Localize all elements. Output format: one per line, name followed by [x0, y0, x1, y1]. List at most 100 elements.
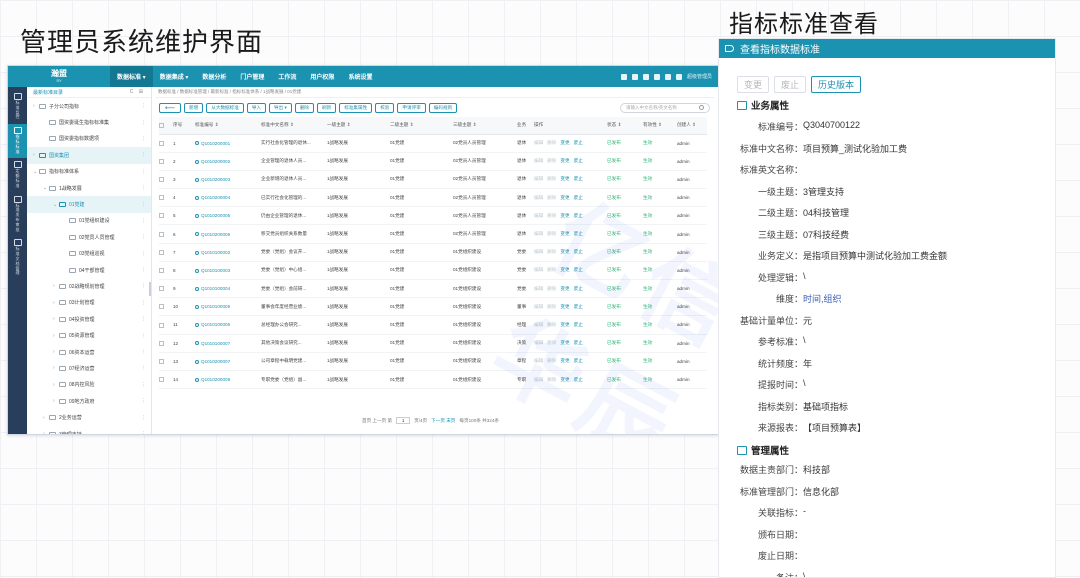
- standard-code-link[interactable]: Q1010200005: [201, 213, 230, 218]
- row-action-link[interactable]: 变更: [560, 286, 569, 291]
- more-icon[interactable]: ⋮: [141, 234, 146, 240]
- table-row[interactable]: 1 Q1010200001 实行社会化管理的退休... 1战略发展 01党建 02党员人员…: [159, 134, 707, 153]
- row-action-link[interactable]: 编辑: [534, 231, 543, 236]
- tree-item[interactable]: › 04投资管理 ⋮: [27, 311, 151, 327]
- toolbar-button[interactable]: 导入: [246, 102, 267, 113]
- top-nav-item[interactable]: 用户权限: [303, 66, 341, 87]
- more-icon[interactable]: ⋮: [141, 136, 146, 142]
- row-action-link[interactable]: 删除: [547, 377, 556, 382]
- row-action-link[interactable]: 删除: [547, 176, 556, 181]
- tree-item[interactable]: › 03计划管理 ⋮: [27, 295, 151, 311]
- panel-button[interactable]: 废止: [774, 76, 807, 93]
- column-header[interactable]: 三级主题 ⇕: [453, 117, 517, 135]
- tree-item[interactable]: 01党组织建设 ⋮: [27, 213, 151, 229]
- table-row[interactable]: 3 Q1010200003 企业新增的退休人员... 1战略发展 01党建 02党员人员管…: [159, 170, 707, 190]
- column-header[interactable]: 业务: [517, 117, 534, 135]
- row-action-link[interactable]: 变更: [560, 340, 569, 345]
- toolbar-button[interactable]: 新增: [184, 102, 204, 113]
- more-icon[interactable]: ⋮: [141, 152, 146, 158]
- column-header[interactable]: 一级主题 ⇕: [327, 117, 390, 135]
- row-action-link[interactable]: 废止: [574, 340, 583, 345]
- row-checkbox[interactable]: [159, 268, 164, 274]
- standard-code-link[interactable]: Q1010200003: [201, 177, 230, 182]
- tree-item[interactable]: 02党员人员管理 ⋮: [27, 229, 151, 245]
- standard-code-link[interactable]: Q1010200006: [201, 232, 230, 237]
- row-action-link[interactable]: 删除: [547, 195, 556, 200]
- toolbar-button[interactable]: 标准集属性: [339, 102, 373, 113]
- row-checkbox[interactable]: [159, 231, 164, 237]
- standard-code-link[interactable]: Q1010200008: [201, 377, 230, 382]
- row-action-link[interactable]: 变更: [560, 377, 569, 382]
- row-action-link[interactable]: 编辑: [534, 377, 543, 382]
- top-nav-item[interactable]: 数据标准 ▾: [110, 66, 153, 87]
- tree-scrollbar[interactable]: [149, 282, 151, 296]
- column-header[interactable]: 有效性 ⇕: [643, 117, 677, 135]
- tree-item[interactable]: 国资委指标数据项 ⋮: [27, 131, 151, 147]
- row-action-link[interactable]: 删除: [547, 267, 556, 272]
- table-row[interactable]: 14 Q1010200008 专职党委（党组）副... 1战略发展 01党建 01党组织建…: [159, 370, 707, 390]
- row-action-link[interactable]: 废止: [574, 304, 583, 309]
- message-icon[interactable]: [620, 73, 627, 80]
- top-nav-item[interactable]: 数据集成 ▾: [153, 66, 196, 87]
- more-icon[interactable]: ⋮: [141, 415, 146, 421]
- row-action-link[interactable]: 变更: [560, 213, 569, 218]
- table-row[interactable]: 8 Q1010100003 党委（党组）中心组... 1战略发展 01党建 01党组织建设…: [159, 261, 707, 281]
- column-header[interactable]: 标准中文名称 ⇕: [261, 117, 327, 135]
- more-icon[interactable]: ⋮: [141, 300, 146, 306]
- row-action-link[interactable]: 删除: [547, 213, 556, 218]
- row-action-link[interactable]: 废止: [574, 140, 583, 145]
- toolbar-button[interactable]: 从大数据标准: [206, 102, 244, 113]
- row-checkbox[interactable]: [159, 213, 164, 219]
- row-checkbox[interactable]: [159, 340, 164, 346]
- column-header[interactable]: 操作: [534, 117, 607, 135]
- row-action-link[interactable]: 删除: [547, 322, 556, 327]
- row-action-link[interactable]: 废止: [574, 158, 583, 163]
- row-action-link[interactable]: 编辑: [534, 340, 543, 345]
- row-action-link[interactable]: 编辑: [534, 213, 543, 218]
- row-action-link[interactable]: 变更: [560, 322, 569, 327]
- row-action-link[interactable]: 废止: [574, 195, 583, 200]
- table-row[interactable]: 10 Q1010100005 董事会年度经营业绩... 1战略发展 01党建 01党组织建…: [159, 297, 707, 317]
- more-icon[interactable]: ⋮: [141, 365, 146, 371]
- row-checkbox[interactable]: [159, 286, 164, 292]
- tree-item[interactable]: ⌄ 指标标准体系 ⋮: [27, 164, 151, 180]
- row-action-link[interactable]: 编辑: [534, 195, 543, 200]
- tree-item[interactable]: 04干部管理 ⋮: [27, 262, 151, 278]
- standard-code-link[interactable]: Q1010100006: [201, 322, 230, 327]
- table-row[interactable]: 2 Q1010200002 企业管理的退休人员... 1战略发展 01党建 02党员人员管…: [159, 152, 707, 171]
- row-action-link[interactable]: 编辑: [534, 304, 543, 309]
- row-action-link[interactable]: 删除: [547, 286, 556, 291]
- tree-item[interactable]: › 3管理支持 ⋮: [27, 426, 151, 434]
- download-icon[interactable]: [653, 73, 660, 80]
- info-icon[interactable]: [664, 73, 671, 80]
- back-button[interactable]: ⟵: [159, 102, 182, 113]
- row-action-link[interactable]: 编辑: [534, 140, 543, 145]
- tree-item[interactable]: › 09地方政府 ⋮: [27, 393, 151, 409]
- row-action-link[interactable]: 废止: [574, 286, 583, 291]
- row-action-link[interactable]: 变更: [560, 140, 569, 145]
- page-number-input[interactable]: 1: [396, 417, 411, 424]
- row-checkbox[interactable]: [159, 377, 164, 383]
- row-action-link[interactable]: 编辑: [534, 267, 543, 272]
- user-name[interactable]: 超级管理员: [687, 73, 712, 80]
- more-icon[interactable]: ⋮: [141, 218, 146, 224]
- standard-code-link[interactable]: Q1010100004: [201, 286, 230, 291]
- table-row[interactable]: 9 Q1010100004 党委（党组）会前研... 1战略发展 01党建 01党组织建设…: [159, 279, 707, 299]
- standard-code-link[interactable]: Q1010100007: [201, 341, 230, 346]
- toolbar-button[interactable]: 删除: [294, 102, 315, 113]
- row-action-link[interactable]: 变更: [560, 249, 569, 254]
- row-checkbox[interactable]: [159, 158, 164, 164]
- more-icon[interactable]: ⋮: [141, 103, 146, 109]
- more-icon[interactable]: ⋮: [141, 185, 146, 191]
- row-action-link[interactable]: 变更: [560, 304, 569, 309]
- tree-item[interactable]: ⌄ 01党建 ⋮: [27, 196, 151, 213]
- table-row[interactable]: 13 Q1010200007 公司章程中载明党建... 1战略发展 01党建 01党组织建…: [159, 352, 707, 371]
- more-icon[interactable]: ⋮: [141, 169, 146, 175]
- tree-item[interactable]: › 2业务运营 ⋮: [27, 409, 151, 425]
- rail-item[interactable]: 标准文档管理: [8, 236, 27, 280]
- panel-button[interactable]: 历史版本: [811, 76, 862, 93]
- column-header[interactable]: 序号: [173, 117, 195, 135]
- top-nav-item[interactable]: 门户管理: [233, 66, 271, 87]
- column-header[interactable]: 创建人 ⇕: [677, 117, 707, 135]
- row-action-link[interactable]: 编辑: [534, 322, 543, 327]
